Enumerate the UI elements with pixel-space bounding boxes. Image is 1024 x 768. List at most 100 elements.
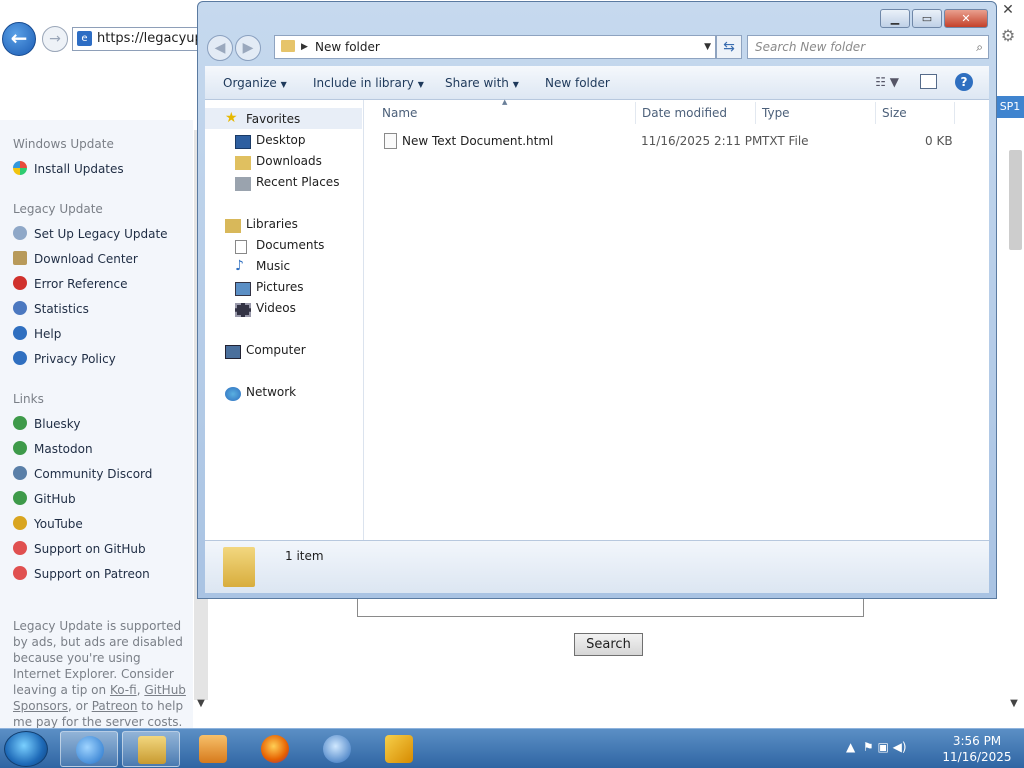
sidebar-link-label: Community Discord	[34, 467, 153, 481]
sidebar-item-label: Download Center	[34, 252, 138, 266]
start-button[interactable]	[4, 731, 48, 767]
share-with-menu[interactable]: Share with ▼	[445, 76, 519, 90]
heart-icon	[13, 566, 27, 580]
kofi-link[interactable]: Ko-fi	[110, 683, 137, 697]
forward-icon[interactable]: ▶	[235, 35, 261, 61]
help-icon[interactable]: ?	[955, 73, 973, 91]
sidebar-link-label: Support on Patreon	[34, 567, 150, 581]
volume-icon[interactable]: ◀)	[893, 740, 907, 754]
browser-address-bar[interactable]: e https://legacyupda	[72, 27, 202, 51]
internet-explorer-icon	[76, 736, 104, 764]
new-folder-button[interactable]: New folder	[545, 76, 610, 90]
nav-desktop[interactable]: Desktop	[256, 133, 306, 147]
nav-videos[interactable]: Videos	[256, 301, 296, 315]
nav-favorites[interactable]: Favorites	[246, 112, 300, 126]
nav-downloads[interactable]: Downloads	[256, 154, 322, 168]
refresh-icon[interactable]: ⇆	[716, 35, 742, 59]
chevron-down-icon: ▼	[512, 80, 519, 89]
back-icon[interactable]: ◀	[207, 35, 233, 61]
sidebar-link-mastodon[interactable]: Mastodon	[13, 441, 93, 456]
sidebar-link-github[interactable]: GitHub	[13, 491, 76, 506]
search-button[interactable]: Search	[574, 633, 643, 656]
menu-label: Include in library	[313, 76, 414, 90]
navigation-pane: ★ Favorites Desktop Downloads Recent Pla…	[205, 100, 364, 540]
scroll-down-icon[interactable]: ▼	[194, 698, 208, 712]
sidebar-heading-links: Links	[13, 392, 44, 406]
show-hidden-icons-icon[interactable]: ▲	[846, 740, 855, 754]
view-options-icon[interactable]: ☷ ▼	[875, 75, 899, 89]
back-icon[interactable]: ←	[2, 22, 36, 56]
action-center-icon[interactable]: ⚑	[863, 740, 874, 754]
taskbar-explorer[interactable]	[122, 731, 180, 767]
sidebar-link-patreon[interactable]: Support on Patreon	[13, 566, 150, 581]
taskbar-ie[interactable]	[60, 731, 118, 767]
menu-label: Share with	[445, 76, 509, 90]
sidebar-item-setup[interactable]: Set Up Legacy Update	[13, 226, 168, 241]
minimize-button[interactable]: ▁	[880, 9, 910, 28]
sidebar-item-statistics[interactable]: Statistics	[13, 301, 89, 316]
sidebar-item-privacy[interactable]: Privacy Policy	[13, 351, 116, 366]
patreon-link[interactable]: Patreon	[92, 699, 138, 713]
gear-icon[interactable]: ⚙	[998, 26, 1018, 46]
page-scrollbar-thumb[interactable]	[1009, 150, 1022, 250]
chevron-down-icon: ▼	[280, 80, 287, 89]
sidebar-item-label: Error Reference	[34, 277, 128, 291]
sidebar-link-youtube[interactable]: YouTube	[13, 516, 83, 531]
libraries-icon	[225, 219, 241, 233]
file-name[interactable]: New Text Document.html	[402, 134, 553, 148]
breadcrumb-arrow-icon[interactable]: ▶	[301, 36, 308, 58]
taskbar-legacy-update[interactable]	[308, 731, 366, 767]
table-row[interactable]: New Text Document.html 11/16/2025 2:11 P…	[364, 100, 989, 160]
taskbar-firefox[interactable]	[246, 731, 304, 767]
sidebar-item-download-center[interactable]: Download Center	[13, 251, 138, 266]
ads-note: Legacy Update is supported by ads, but a…	[13, 618, 191, 746]
browser-close-icon[interactable]: ✕	[998, 2, 1018, 20]
nav-recent-places[interactable]: Recent Places	[256, 175, 339, 189]
maximize-button[interactable]: ▭	[912, 9, 942, 28]
nav-music[interactable]: Music	[256, 259, 290, 273]
taskbar-winamp[interactable]	[370, 731, 428, 767]
sidebar-link-github-sponsor[interactable]: Support on GitHub	[13, 541, 146, 556]
sidebar-item-error-reference[interactable]: Error Reference	[13, 276, 128, 291]
breadcrumb[interactable]: New folder	[315, 40, 380, 54]
note-separator: , or	[67, 699, 92, 713]
window-controls: ▁ ▭ ✕	[878, 9, 988, 29]
pictures-icon	[235, 282, 251, 296]
search-input[interactable]: Search New folder ⌕	[747, 35, 989, 59]
nav-documents[interactable]: Documents	[256, 238, 324, 252]
update-icon	[323, 735, 351, 763]
page-scroll-down-icon[interactable]: ▼	[1007, 698, 1021, 712]
preview-pane-icon[interactable]	[920, 74, 937, 89]
sidebar-link-label: Mastodon	[34, 442, 93, 456]
nav-libraries[interactable]: Libraries	[246, 217, 298, 231]
desktop-icon	[235, 135, 251, 149]
explorer-address-bar[interactable]: ▶ New folder ▼	[274, 35, 716, 59]
sidebar-item-label: Install Updates	[34, 162, 124, 176]
clock-time: 3:56 PM	[952, 734, 1002, 748]
nav-pictures[interactable]: Pictures	[256, 280, 304, 294]
clock[interactable]: 3:56 PM 11/16/2025	[932, 733, 1022, 765]
nav-network[interactable]: Network	[246, 385, 296, 399]
sidebar-heading-windows-update: Windows Update	[13, 137, 114, 151]
search-icon[interactable]: ⌕	[976, 36, 983, 58]
sidebar-heading-legacy-update: Legacy Update	[13, 202, 103, 216]
nav-computer[interactable]: Computer	[246, 343, 306, 357]
close-button[interactable]: ✕	[944, 9, 988, 28]
page-search-input[interactable]	[357, 596, 864, 617]
organize-menu[interactable]: Organize ▼	[223, 76, 287, 90]
music-icon: ♪	[235, 258, 244, 274]
folder-icon	[138, 736, 166, 764]
taskbar-media-player[interactable]	[184, 731, 242, 767]
sidebar-item-help[interactable]: Help	[13, 326, 61, 341]
chevron-down-icon[interactable]: ▼	[704, 36, 711, 58]
globe-icon	[13, 491, 27, 505]
youtube-icon	[13, 516, 27, 530]
site-icon: e	[77, 31, 92, 46]
sidebar-link-discord[interactable]: Community Discord	[13, 466, 152, 481]
sidebar-item-install-updates[interactable]: Install Updates	[13, 161, 124, 176]
people-icon	[13, 466, 27, 480]
forward-icon[interactable]: →	[42, 26, 68, 52]
include-in-library-menu[interactable]: Include in library ▼	[313, 76, 424, 90]
sidebar-link-bluesky[interactable]: Bluesky	[13, 416, 80, 431]
network-tray-icon[interactable]: ▣	[877, 740, 888, 754]
